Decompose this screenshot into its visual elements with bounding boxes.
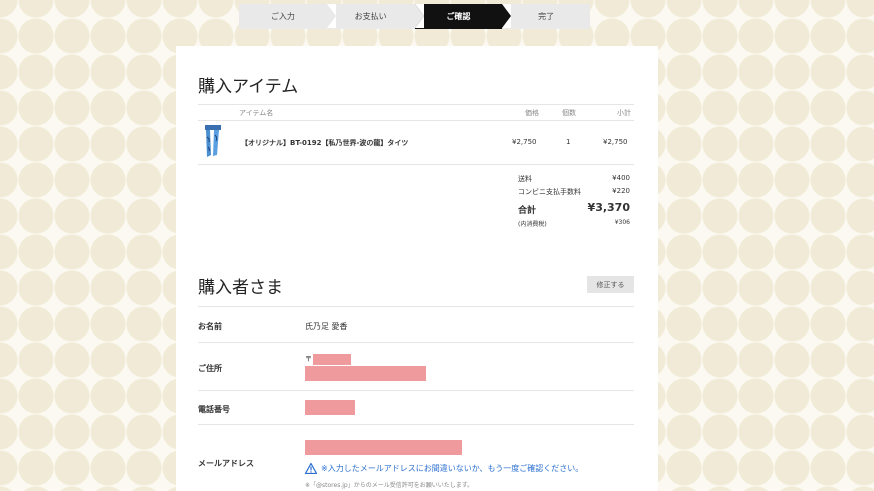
divider [198,424,634,425]
address-label: ご住所 [198,364,222,373]
items-table-header: アイテム名 価格 個数 小計 [198,104,634,121]
tax-row: (内消費税) ¥306 [518,219,630,229]
step-payment: お支払い [326,4,424,29]
divider [198,306,634,307]
tax-value: ¥306 [614,219,630,226]
shipping-row: 送料 ¥400 [518,174,630,186]
total-row: 合計 ¥3,370 [518,201,630,217]
total-value: ¥3,370 [587,201,630,214]
shipping-label: 送料 [518,175,532,183]
step-complete: 完了 [502,4,590,29]
name-label: お名前 [198,322,222,331]
checkout-steps: ご入力 お支払い ご確認 完了 [239,4,590,29]
tax-label: (内消費税) [518,221,547,228]
item-row: 【オリジナル】BT-0192【私乃世界-波の龍】タイツ ¥2,750 1 ¥2,… [198,120,634,165]
email-label: メールアドレス [198,459,254,468]
item-subtotal: ¥2,750 [603,138,628,146]
name-value: 氏乃足 愛香 [305,322,348,331]
postal-prefix: 〒 [305,355,312,363]
item-price: ¥2,750 [512,138,537,146]
warning-icon [305,463,317,474]
redacted-phone [305,400,355,415]
step-label: ご入力 [270,12,295,21]
fee-row: コンビニ支払手数料 ¥220 [518,187,630,199]
fee-value: ¥220 [612,187,630,195]
email-warning: ※入力したメールアドレスにお間違いないか、もう一度ご確認ください。 [321,464,584,473]
edit-button[interactable]: 修正する [587,276,634,293]
step-label: お支払い [354,12,387,21]
step-input: ご入力 [239,4,336,29]
header-name: アイテム名 [239,109,274,117]
redacted-address [305,366,426,381]
tights-thumbnail-icon [205,125,221,157]
header-subtotal: 小計 [617,109,631,117]
redacted-postal-code [313,354,351,365]
step-label: ご確認 [446,12,471,21]
step-label: 完了 [538,12,555,21]
email-note: ※「@stores.jp」からのメール受信許可をお願いいたします。 [305,482,474,489]
confirm-panel: 購入アイテム アイテム名 価格 個数 小計 【オリジナル】BT-0192【私乃世… [176,46,658,491]
total-label: 合計 [518,206,537,216]
phone-label: 電話番号 [198,405,230,414]
header-qty: 個数 [562,109,576,117]
divider [198,342,634,343]
fee-label: コンビニ支払手数料 [518,188,581,196]
step-confirm: ご確認 [414,4,511,29]
items-title: 購入アイテム [198,77,299,97]
divider [198,390,634,391]
header-price: 価格 [525,109,539,117]
item-name: 【オリジナル】BT-0192【私乃世界-波の龍】タイツ [241,139,409,147]
redacted-email [305,440,462,455]
buyer-title: 購入者さま [198,278,283,298]
shipping-value: ¥400 [612,174,630,182]
item-qty: 1 [566,138,571,146]
